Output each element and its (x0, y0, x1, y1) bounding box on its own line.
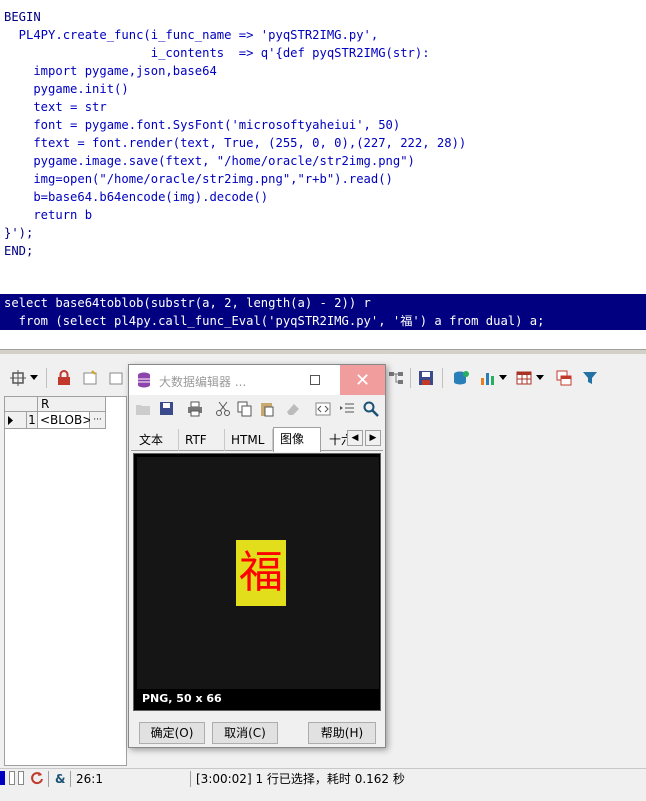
code-line: import pygame,json,base64 (4, 64, 217, 78)
selected-code-line: from (select pl4py.call_func_Eval('pyqST… (4, 314, 545, 328)
status-indicator (18, 771, 24, 785)
maximize-icon[interactable] (305, 371, 325, 389)
close-button[interactable]: ✕ (340, 365, 385, 395)
eraser-icon[interactable] (285, 401, 301, 420)
status-divider (48, 771, 49, 787)
code-line: ftext = font.render(text, True, (255, 0,… (4, 136, 467, 150)
code-line: END; (4, 244, 34, 258)
code-line: }'); (4, 226, 34, 240)
table-cell[interactable]: <BLOB> (38, 412, 92, 429)
tab-image[interactable]: 图像 (273, 427, 321, 452)
rendered-image: 福 (236, 540, 286, 606)
ampersand-indicator: & (55, 772, 66, 786)
grid-corner (5, 397, 38, 412)
status-message: [3:00:02] 1 行已选择，耗时 0.162 秒 (196, 772, 405, 786)
dialog-titlebar[interactable]: 大数据编辑器 ... ✕ (129, 365, 385, 395)
print-icon[interactable] (187, 401, 203, 420)
status-indicator (0, 771, 5, 785)
tab-rtf[interactable]: RTF (179, 429, 225, 451)
tab-hex[interactable]: 十六 (323, 429, 349, 451)
status-divider (70, 771, 71, 787)
status-divider (190, 771, 191, 787)
edit-record-icon[interactable] (106, 368, 126, 388)
sql-editor[interactable]: BEGIN PL4PY.create_func(i_func_name => '… (0, 0, 646, 350)
database-icon (137, 372, 151, 391)
image-info-label: PNG, 50 x 66 (137, 689, 379, 709)
help-button[interactable]: 帮助(H) (308, 722, 376, 744)
table-icon[interactable] (514, 368, 534, 388)
open-file-icon[interactable] (135, 401, 151, 420)
image-viewer: 福 PNG, 50 x 66 (133, 453, 381, 711)
tab-text[interactable]: 文本 (133, 429, 179, 451)
selected-code-line: select base64toblob(substr(a, 2, length(… (4, 296, 371, 310)
code-line: return b (4, 208, 93, 222)
row-number: 1 (27, 412, 38, 429)
row-indicator[interactable] (5, 412, 27, 429)
code-line: pygame.image.save(ftext, "/home/oracle/s… (4, 154, 415, 168)
column-header[interactable]: R (38, 397, 106, 412)
tree-icon[interactable] (386, 368, 406, 388)
code-line: pygame.init() (4, 82, 129, 96)
new-record-icon[interactable] (80, 368, 100, 388)
search-icon[interactable] (363, 401, 379, 420)
chevron-down-icon[interactable] (534, 368, 546, 388)
image-canvas: 福 PNG, 50 x 66 (137, 457, 379, 709)
result-grid[interactable]: R 1 <BLOB> ··· (4, 396, 127, 766)
tab-scroll-right-icon[interactable]: ▶ (365, 430, 381, 446)
tab-html[interactable]: HTML (225, 429, 273, 451)
code-line: b=base64.b64encode(img).decode() (4, 190, 269, 204)
cut-icon[interactable] (215, 401, 231, 420)
copy-icon[interactable] (237, 401, 253, 420)
database-refresh-icon[interactable] (452, 368, 472, 388)
filter-icon[interactable] (580, 368, 600, 388)
dialog-toolbar (131, 397, 383, 423)
cancel-button[interactable]: 取消(C) (212, 722, 278, 744)
toolbar-divider (442, 368, 443, 388)
code-line: img=open("/home/oracle/str2img.png","r+b… (4, 172, 393, 186)
bar-chart-icon[interactable] (478, 368, 498, 388)
bottom-strip (0, 789, 646, 801)
selected-code-block: select base64toblob(substr(a, 2, length(… (0, 294, 646, 330)
toolbar-divider (410, 368, 411, 388)
cursor-position: 26:1 (76, 772, 103, 786)
dialog-tabs: 文本 RTF HTML 图像 十六 ◀ ▶ (131, 427, 383, 452)
large-data-editor-dialog: 大数据编辑器 ... ✕ 文本 RTF HTML 图像 十六 ◀ ▶ 福 PNG… (128, 364, 386, 748)
export-table-icon[interactable] (554, 368, 574, 388)
chevron-down-icon[interactable] (28, 368, 40, 388)
code-line: BEGIN (4, 10, 41, 24)
status-bar: & 26:1 [3:00:02] 1 行已选择，耗时 0.162 秒 (0, 768, 646, 788)
toolbar-divider (46, 368, 47, 388)
dialog-title: 大数据编辑器 ... (159, 375, 247, 389)
code-line: PL4PY.create_func(i_func_name => 'pyqSTR… (4, 28, 379, 42)
grid-options-icon[interactable] (8, 368, 28, 388)
status-indicator (9, 771, 15, 785)
code-line: text = str (4, 100, 107, 114)
ok-button[interactable]: 确定(O) (139, 722, 205, 744)
refresh-icon[interactable] (30, 771, 44, 788)
code-view-icon[interactable] (315, 401, 331, 420)
code-line: font = pygame.font.SysFont('microsoftyah… (4, 118, 401, 132)
cell-ellipsis-button[interactable]: ··· (90, 412, 106, 429)
save-icon[interactable] (416, 368, 436, 388)
editor-splitter[interactable] (0, 350, 646, 354)
save-file-icon[interactable] (159, 401, 175, 420)
paste-icon[interactable] (259, 401, 275, 420)
lock-icon[interactable] (54, 368, 74, 388)
code-line: i_contents => q'{def pyqSTR2IMG(str): (4, 46, 430, 60)
chevron-down-icon[interactable] (497, 368, 509, 388)
indent-icon[interactable] (339, 401, 355, 420)
tab-scroll-left-icon[interactable]: ◀ (347, 430, 363, 446)
